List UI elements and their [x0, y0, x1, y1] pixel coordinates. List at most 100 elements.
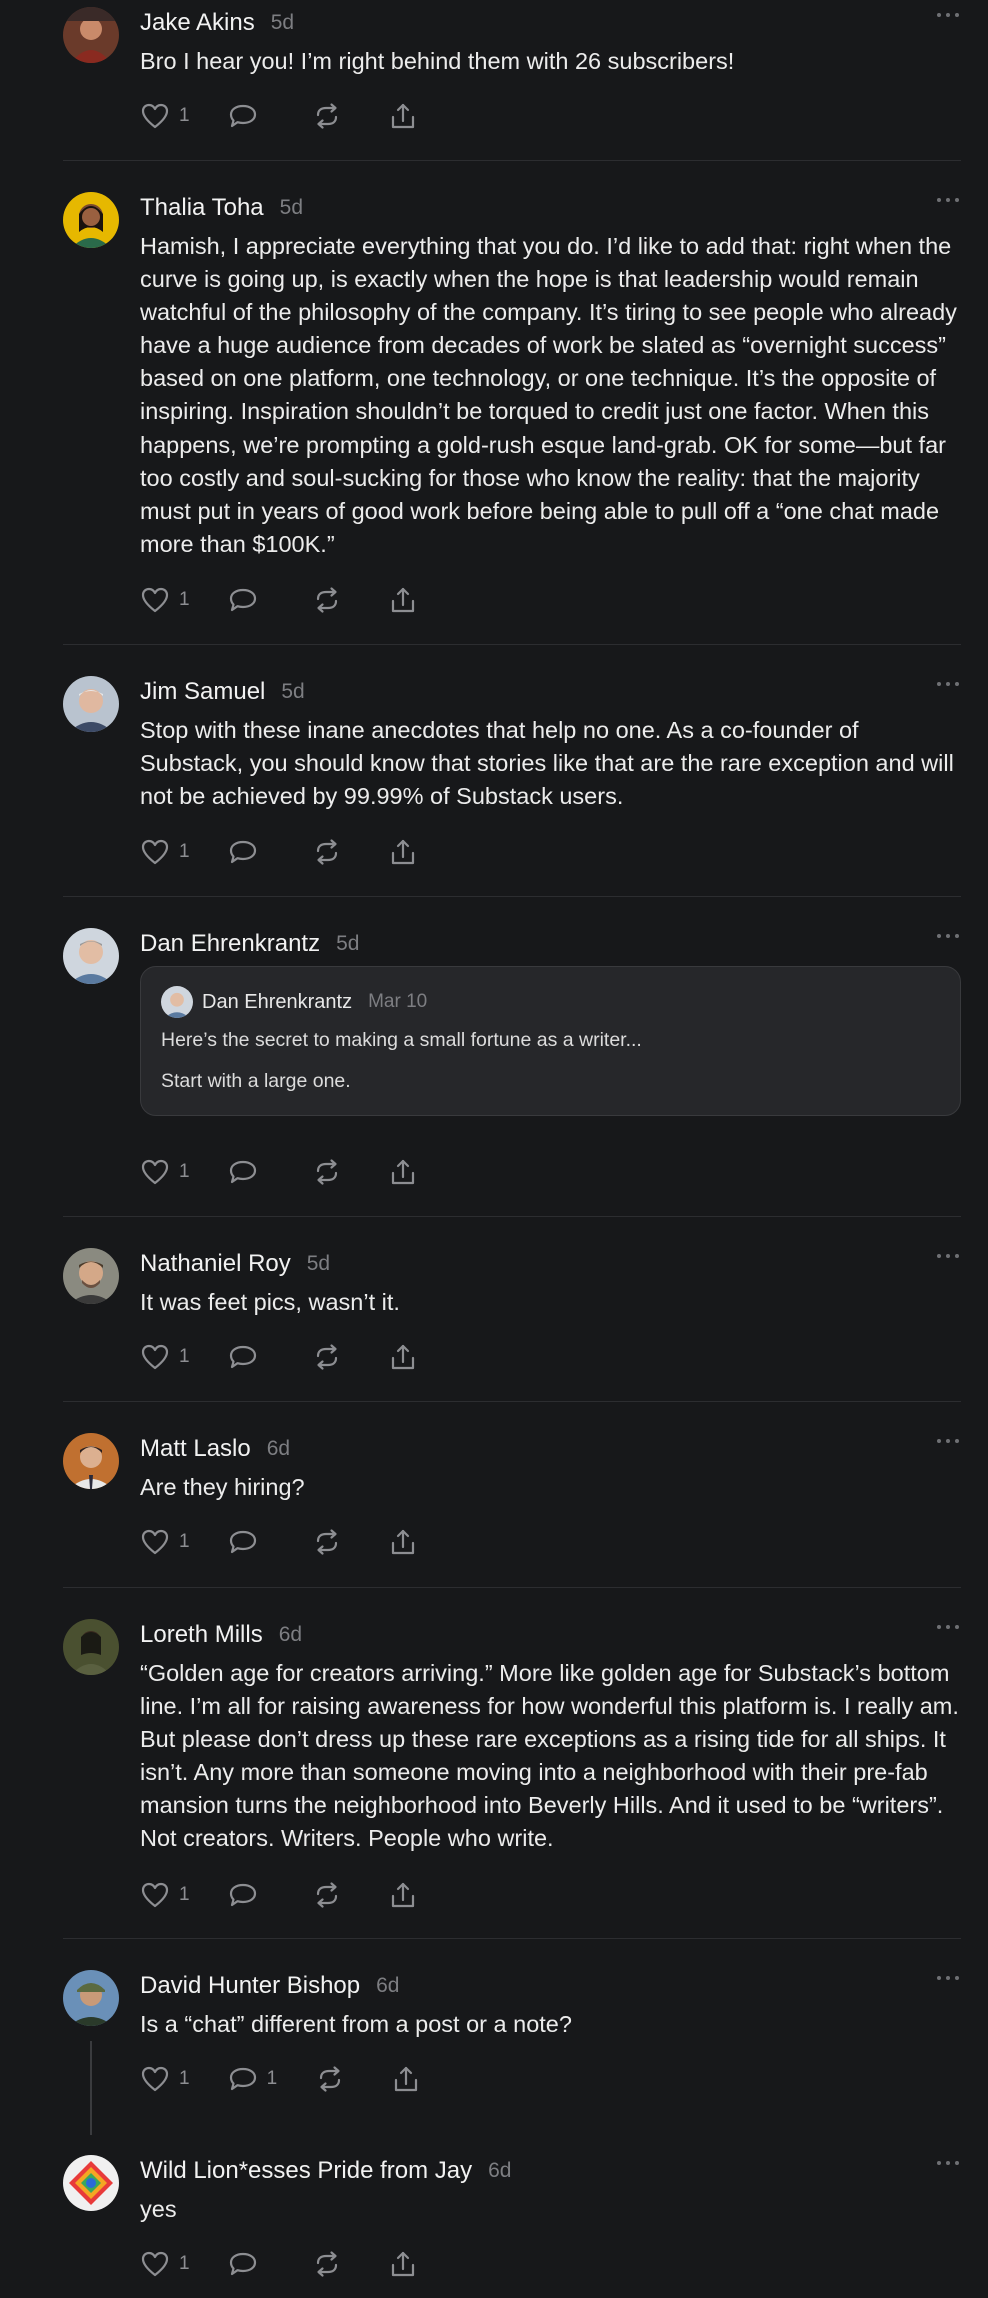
share-button[interactable] [388, 100, 418, 132]
avatar[interactable] [63, 1970, 119, 2026]
author-name[interactable]: Jim Samuel [140, 678, 265, 706]
more-options-icon[interactable] [935, 925, 961, 947]
timestamp[interactable]: 6d [488, 2159, 511, 2183]
reply-button[interactable] [228, 2248, 267, 2280]
restack-button[interactable] [312, 584, 342, 616]
restack-icon [316, 1159, 337, 1185]
comment-item: Nathaniel Roy 5d It was feet pics, wasn’… [63, 1241, 961, 1391]
avatar[interactable] [63, 192, 119, 248]
timestamp[interactable]: 6d [376, 1974, 399, 1998]
more-options-icon[interactable] [935, 189, 961, 211]
more-options-icon[interactable] [935, 1245, 961, 1267]
share-button[interactable] [391, 2063, 421, 2095]
more-options-icon[interactable] [935, 1430, 961, 1452]
author-name[interactable]: Loreth Mills [140, 1621, 263, 1649]
reply-button[interactable] [228, 836, 267, 868]
avatar[interactable] [63, 2155, 119, 2211]
comment-actions: 1 [140, 1341, 418, 1373]
timestamp[interactable]: 5d [280, 196, 303, 220]
share-icon [391, 839, 414, 865]
timestamp[interactable]: 5d [336, 932, 359, 956]
like-button[interactable]: 1 [140, 2248, 190, 2280]
share-button[interactable] [388, 1341, 418, 1373]
restack-button[interactable] [312, 836, 342, 868]
like-button[interactable]: 1 [140, 100, 190, 132]
quoted-author-name[interactable]: Dan Ehrenkrantz [202, 991, 352, 1014]
speech-bubble-icon [229, 1883, 256, 1907]
comment-header: Loreth Mills 6d [140, 1618, 961, 1652]
share-button[interactable] [388, 1526, 418, 1558]
restack-button[interactable] [312, 1341, 342, 1373]
restack-button[interactable] [315, 2063, 345, 2095]
share-button[interactable] [388, 836, 418, 868]
avatar[interactable] [63, 1248, 119, 1304]
more-options-icon[interactable] [935, 2152, 961, 2174]
comment-header: Thalia Toha 5d [140, 191, 961, 225]
author-name[interactable]: Nathaniel Roy [140, 1250, 291, 1278]
avatar[interactable] [63, 7, 119, 63]
timestamp[interactable]: 6d [279, 1623, 302, 1647]
reply-button[interactable] [228, 584, 267, 616]
avatar[interactable] [63, 676, 119, 732]
more-options-icon[interactable] [935, 673, 961, 695]
like-button[interactable]: 1 [140, 584, 190, 616]
reply-button[interactable]: 1 [228, 2063, 277, 2095]
like-button[interactable]: 1 [140, 1156, 190, 1188]
reply-button[interactable] [228, 100, 267, 132]
more-options-icon[interactable] [935, 1967, 961, 1989]
comment-text: Stop with these inane anecdotes that hel… [140, 717, 954, 810]
author-name[interactable]: Wild Lion*esses Pride from Jay [140, 2157, 472, 2185]
restack-button[interactable] [312, 1526, 342, 1558]
restack-button[interactable] [312, 1156, 342, 1188]
share-button[interactable] [388, 1156, 418, 1188]
reply-button[interactable] [228, 1156, 267, 1188]
avatar[interactable] [161, 986, 193, 1018]
share-button[interactable] [388, 2248, 418, 2280]
more-options-icon[interactable] [935, 1616, 961, 1638]
author-name[interactable]: Thalia Toha [140, 194, 264, 222]
heart-icon [141, 1882, 169, 1908]
quoted-text-line: Here’s the secret to making a small fort… [161, 1029, 642, 1051]
like-button[interactable]: 1 [140, 1879, 190, 1911]
share-button[interactable] [388, 1879, 418, 1911]
timestamp[interactable]: 5d [307, 1252, 330, 1276]
restack-icon [316, 1882, 337, 1908]
reply-button[interactable] [228, 1341, 267, 1373]
author-name[interactable]: Matt Laslo [140, 1435, 251, 1463]
author-name[interactable]: Jake Akins [140, 9, 255, 37]
comment-text: It was feet pics, wasn’t it. [140, 1289, 400, 1315]
restack-icon [316, 1344, 337, 1370]
speech-bubble-icon [229, 840, 256, 864]
restack-button[interactable] [312, 1879, 342, 1911]
like-count: 1 [179, 1531, 190, 1552]
timestamp[interactable]: 5d [281, 680, 304, 704]
avatar[interactable] [63, 1433, 119, 1489]
timestamp[interactable]: 5d [271, 11, 294, 35]
restack-icon [316, 1529, 337, 1555]
comment-item: David Hunter Bishop 6d Is a “chat” diffe… [63, 1963, 961, 2143]
reply-button[interactable] [228, 1526, 267, 1558]
comment-actions: 1 [140, 1879, 418, 1911]
avatar[interactable] [63, 1619, 119, 1675]
divider [63, 1938, 961, 1939]
restack-button[interactable] [312, 100, 342, 132]
timestamp[interactable]: 6d [267, 1437, 290, 1461]
reply-button[interactable] [228, 1879, 267, 1911]
author-name[interactable]: David Hunter Bishop [140, 1972, 360, 2000]
like-button[interactable]: 1 [140, 2063, 190, 2095]
share-icon [391, 1344, 414, 1370]
divider [63, 1216, 961, 1217]
author-name[interactable]: Dan Ehrenkrantz [140, 930, 320, 958]
more-options-icon[interactable] [935, 4, 961, 26]
share-button[interactable] [388, 584, 418, 616]
like-button[interactable]: 1 [140, 1341, 190, 1373]
heart-icon [141, 103, 169, 129]
comment-actions: 1 [140, 836, 418, 868]
avatar[interactable] [63, 928, 119, 984]
like-button[interactable]: 1 [140, 1526, 190, 1558]
quoted-note-card[interactable]: Dan Ehrenkrantz Mar 10 Here’s the secret… [140, 966, 961, 1116]
like-button[interactable]: 1 [140, 836, 190, 868]
comment-item: Dan Ehrenkrantz 5d Dan Ehrenkrantz Mar 1… [63, 921, 961, 1191]
heart-icon [141, 587, 169, 613]
restack-button[interactable] [312, 2248, 342, 2280]
